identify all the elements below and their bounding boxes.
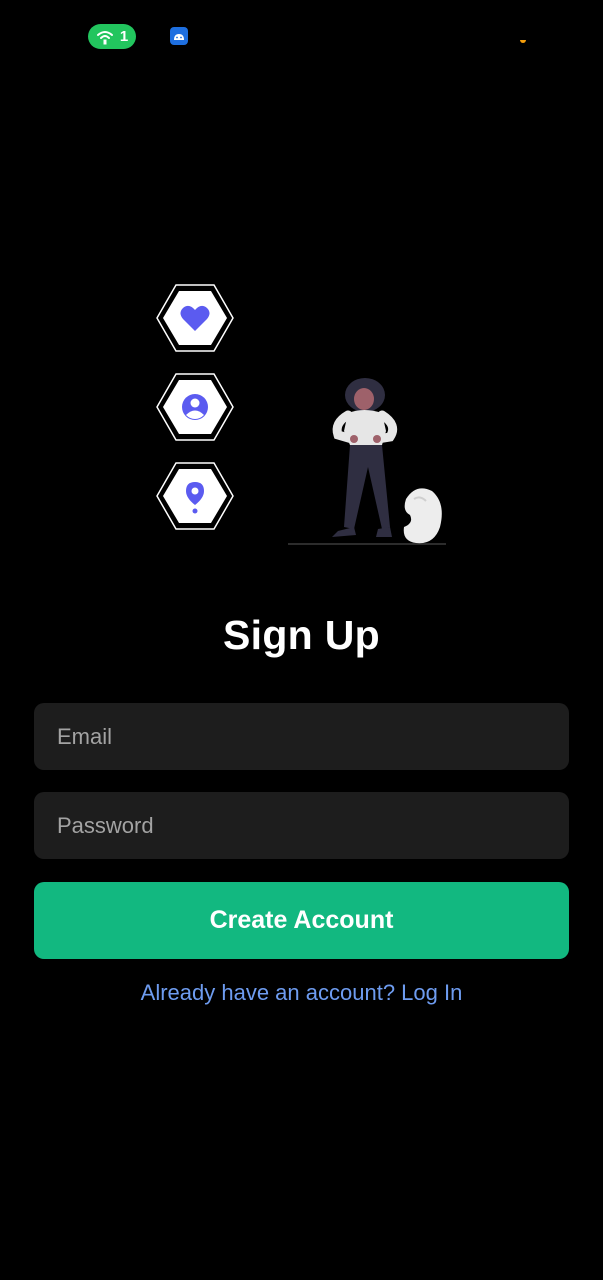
- person-illustration: [286, 375, 448, 547]
- create-account-button[interactable]: Create Account: [34, 882, 569, 959]
- android-app-icon: [170, 27, 188, 45]
- notification-dot: [520, 40, 526, 43]
- page-title: Sign Up: [223, 612, 380, 658]
- user-profile-icon: [156, 372, 234, 442]
- email-field[interactable]: [34, 703, 569, 770]
- location-pin-icon: [156, 461, 234, 531]
- password-field[interactable]: [34, 792, 569, 859]
- hotspot-status-badge: 1: [88, 24, 136, 49]
- hotspot-count: 1: [119, 28, 129, 45]
- login-link[interactable]: Already have an account? Log In: [0, 980, 603, 1006]
- wifi-hotspot-icon: [96, 29, 114, 45]
- heart-icon: [156, 283, 234, 353]
